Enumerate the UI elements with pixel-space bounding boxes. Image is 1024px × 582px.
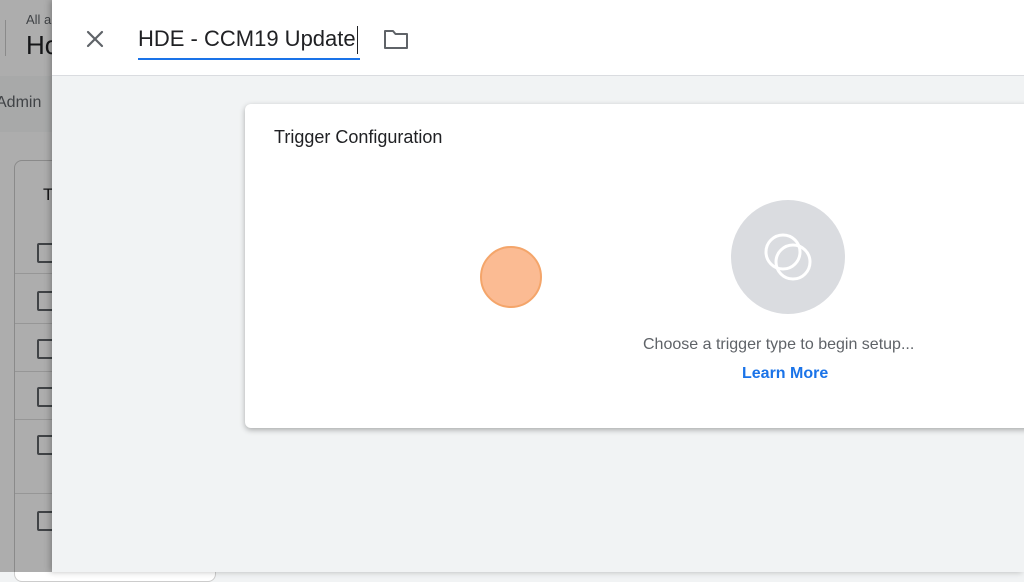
learn-more-link[interactable]: Learn More [742, 365, 828, 383]
trigger-name-value: HDE - CCM19 Update [138, 26, 356, 51]
choose-trigger-button[interactable] [731, 200, 845, 314]
trigger-icon [764, 233, 812, 281]
section-title: Trigger Configuration [274, 127, 443, 147]
click-indicator [480, 246, 542, 308]
close-button[interactable] [80, 24, 110, 54]
trigger-name-field[interactable]: HDE - CCM19 Update [138, 22, 361, 60]
text-caret [356, 26, 359, 55]
trigger-configuration-card[interactable]: Trigger Configuration Choose a trigger t… [245, 104, 1024, 428]
trigger-hint-text: Choose a trigger type to begin setup... [643, 336, 915, 353]
sheet-header: HDE - CCM19 Update [52, 0, 1024, 76]
folder-button[interactable] [382, 26, 410, 52]
close-icon [86, 30, 104, 48]
folder-icon [384, 30, 408, 49]
